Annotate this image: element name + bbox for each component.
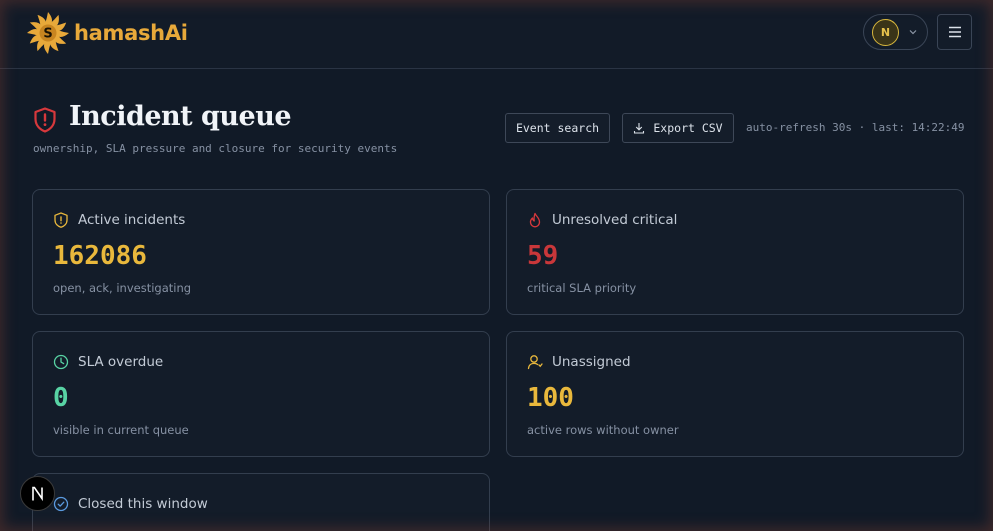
flame-icon: [529, 212, 541, 228]
clock-icon: [53, 354, 69, 370]
card-label: Active incidents: [78, 212, 186, 228]
card-value: 0: [53, 383, 69, 413]
card-value: 162086: [53, 241, 147, 271]
card-label: Unassigned: [552, 354, 631, 370]
svg-text:S: S: [43, 27, 52, 42]
stat-card-closed-this-window: Closed this window: [32, 473, 490, 531]
stat-card-sla-overdue: SLA overdue 0 visible in current queue: [32, 331, 490, 457]
check-circle-icon: [53, 496, 69, 512]
stat-card-unresolved-critical: Unresolved critical 59 critical SLA prio…: [506, 189, 964, 315]
dev-tools-badge[interactable]: [20, 476, 55, 511]
card-label: SLA overdue: [78, 354, 164, 370]
stat-card-active-incidents: Active incidents 162086 open, ack, inves…: [32, 189, 490, 315]
event-search-button[interactable]: Event search: [505, 113, 610, 143]
avatar: N: [872, 18, 899, 46]
top-navbar: S hamashAi N: [0, 0, 993, 69]
download-icon: [634, 123, 645, 134]
export-csv-button[interactable]: Export CSV: [622, 113, 734, 143]
page-subtitle: ownership, SLA pressure and closure for …: [33, 142, 398, 155]
card-subtext: active rows without owner: [527, 423, 679, 437]
chevron-down-icon: [909, 30, 917, 35]
card-value: 59: [527, 241, 559, 271]
export-csv-label: Export CSV: [653, 121, 723, 135]
shield-alert-icon: [54, 212, 68, 228]
n-logo-icon: [31, 486, 43, 501]
brand-name: hamashAi: [74, 21, 188, 45]
user-icon: [527, 355, 543, 370]
page-title: Incident queue: [69, 101, 292, 132]
brand-logo[interactable]: S hamashAi: [26, 11, 188, 55]
card-subtext: open, ack, investigating: [53, 281, 192, 295]
stat-card-unassigned: Unassigned 100 active rows without owner: [506, 331, 964, 457]
card-subtext: critical SLA priority: [527, 281, 637, 295]
hamburger-menu-button[interactable]: [937, 14, 972, 50]
card-label: Unresolved critical: [552, 212, 678, 228]
refresh-status: auto-refresh 30s · last: 14:22:49: [746, 121, 965, 134]
sun-logo-icon: S: [27, 12, 69, 54]
user-menu-button[interactable]: N: [863, 14, 928, 50]
card-label: Closed this window: [78, 496, 208, 512]
card-subtext: visible in current queue: [53, 423, 189, 437]
card-value: 100: [527, 383, 574, 413]
menu-icon: [948, 26, 961, 38]
event-search-label: Event search: [515, 121, 600, 135]
shield-alert-icon: [34, 107, 56, 133]
